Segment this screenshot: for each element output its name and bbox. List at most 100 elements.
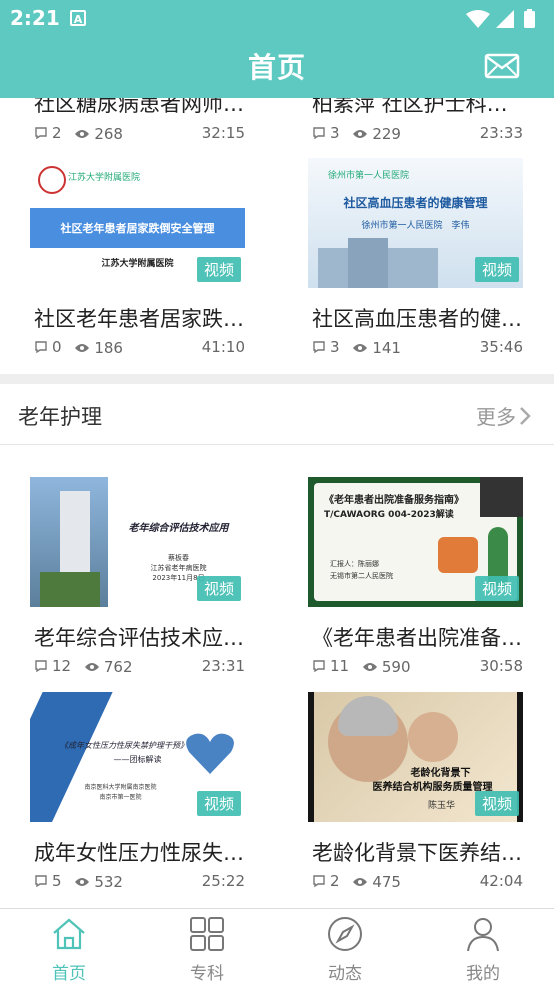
- duration: 32:15: [201, 124, 245, 142]
- card-meta: 2 475 42:04: [312, 872, 523, 892]
- card-title: 《老年患者出院准备…: [312, 626, 522, 650]
- view-count: 141: [372, 339, 401, 357]
- card-meta: 3 229 23:33: [312, 124, 523, 144]
- video-card[interactable]: 老龄化背景下 医养结合机构服务质量管理 陈玉华 视频 老龄化背景下医养结… 2 …: [308, 692, 523, 892]
- thumb-line2: 江苏省老年病医院: [150, 564, 207, 572]
- thumb-line1: ——团标解读: [113, 755, 162, 764]
- card-meta: 2 268 32:15: [34, 124, 245, 144]
- video-card[interactable]: 《成年女性压力性尿失禁护理干预》 ——团标解读 南京医科大学附属南京医院 南京市…: [30, 692, 245, 892]
- comment-count: 11: [330, 657, 350, 675]
- view-count: 268: [94, 125, 123, 143]
- thumb-line3: 南京市第一医院: [99, 794, 142, 801]
- video-thumbnail: 老龄化背景下 医养结合机构服务质量管理 陈玉华 视频: [308, 692, 523, 822]
- app-bar: 首页: [0, 38, 554, 98]
- thumb-line2: 陈玉华: [428, 801, 456, 811]
- view-count: 475: [372, 873, 401, 891]
- duration: 23:33: [479, 124, 523, 142]
- view-count: 532: [94, 873, 123, 891]
- video-badge: 视频: [196, 257, 241, 282]
- comment-count: 0: [52, 338, 62, 356]
- thumb-banner: 老年综合评估技术应用: [128, 523, 229, 534]
- comment-icon: [313, 875, 325, 888]
- status-icons: [464, 8, 544, 34]
- thumb-banner: 《成年女性压力性尿失禁护理干预》: [60, 741, 185, 750]
- comment-icon: [35, 660, 47, 673]
- duration: 41:10: [201, 338, 245, 356]
- view-count: 186: [94, 339, 123, 357]
- thumb-banner: 《老年患者出院准备服务指南》: [324, 495, 464, 506]
- card-meta: 11 590 30:58: [312, 657, 523, 677]
- comment-count: 5: [52, 872, 62, 890]
- comment-icon: [35, 875, 47, 888]
- tab-home[interactable]: 首页: [0, 909, 138, 986]
- thumb-line2: 汇报人：陈丽娜: [330, 560, 379, 568]
- thumb-banner: 社区高血压患者的健康管理: [343, 196, 488, 210]
- video-thumbnail: 《老年患者出院准备服务指南》 T/CAWAORG 004-2023解读 汇报人：…: [308, 477, 523, 607]
- eye-icon: [353, 130, 368, 138]
- comment-count: 2: [330, 872, 340, 890]
- card-title: 社区老年患者居家跌…: [34, 307, 244, 331]
- comment-count: 2: [52, 124, 62, 142]
- view-count: 229: [372, 125, 401, 143]
- video-card[interactable]: 江苏大学附属医院 社区老年患者居家跌倒安全管理 江苏大学附属医院 视频 社区老年…: [30, 158, 245, 358]
- card-meta: 3 141 35:46: [312, 338, 523, 358]
- video-badge: 视频: [474, 791, 519, 816]
- video-thumbnail: 江苏大学附属医院 社区老年患者居家跌倒安全管理 江苏大学附属医院 视频: [30, 158, 245, 288]
- video-card[interactable]: 《老年患者出院准备服务指南》 T/CAWAORG 004-2023解读 汇报人：…: [308, 477, 523, 677]
- tab-activity[interactable]: 动态: [276, 909, 414, 986]
- video-thumbnail: 《成年女性压力性尿失禁护理干预》 ——团标解读 南京医科大学附属南京医院 南京市…: [30, 692, 245, 822]
- video-card[interactable]: 老年综合评估技术应用 蔡板春 江苏省老年病医院 2023年11月8日 视频 老年…: [30, 477, 245, 677]
- view-count: 762: [103, 658, 133, 676]
- notification-a-icon: A: [70, 10, 86, 26]
- eye-icon: [362, 663, 377, 671]
- comment-icon: [35, 341, 47, 354]
- thumb-footer: 徐州市第一人民医院 李伟: [361, 221, 470, 231]
- more-label: 更多: [476, 405, 516, 429]
- eye-icon: [84, 663, 99, 671]
- chevron-right-icon: [520, 406, 531, 425]
- mail-icon: [484, 53, 520, 79]
- person-icon: [467, 918, 499, 952]
- duration: 23:31: [201, 657, 245, 675]
- eye-icon: [75, 344, 90, 352]
- video-badge: 视频: [196, 576, 241, 601]
- home-feed[interactable]: 社区糖尿病患者网师… 2 268 32:15 柏素萍 社区护士科… 3 229 …: [0, 98, 554, 908]
- tab-label: 我的: [466, 964, 500, 984]
- eye-icon: [75, 130, 90, 138]
- card-title: 老龄化背景下医养结…: [312, 841, 522, 865]
- card-title: 柏素萍 社区护士科…: [312, 98, 508, 116]
- duration: 25:22: [201, 872, 245, 890]
- thumb-banner: 社区老年患者居家跌倒安全管理: [60, 222, 215, 235]
- card-title: 老年综合评估技术应…: [34, 626, 244, 650]
- card-title: 成年女性压力性尿失…: [34, 841, 244, 865]
- video-thumbnail: 老年综合评估技术应用 蔡板春 江苏省老年病医院 2023年11月8日 视频: [30, 477, 245, 607]
- card-meta: 0 186 41:10: [34, 338, 245, 358]
- tab-label: 动态: [328, 964, 362, 984]
- thumb-banner: 老龄化背景下: [410, 768, 471, 779]
- comment-icon: [313, 341, 325, 354]
- duration: 35:46: [479, 338, 523, 356]
- tab-specialty[interactable]: 专科: [138, 909, 276, 986]
- duration: 42:04: [479, 872, 523, 890]
- page-title: 首页: [247, 51, 306, 84]
- eye-icon: [353, 344, 368, 352]
- card-meta: 5 532 25:22: [34, 872, 245, 892]
- tab-profile[interactable]: 我的: [414, 909, 552, 986]
- message-button[interactable]: [484, 48, 520, 84]
- view-count: 590: [381, 658, 411, 676]
- eye-icon: [353, 878, 368, 886]
- card-title: 社区高血压患者的健…: [312, 307, 522, 331]
- thumb-line2: 南京医科大学附属南京医院: [84, 784, 157, 791]
- video-badge: 视频: [196, 791, 241, 816]
- more-link[interactable]: 更多: [476, 401, 532, 430]
- heart-icon: [186, 733, 234, 774]
- thumb-line1: 蔡板春: [168, 554, 189, 562]
- eye-icon: [75, 878, 90, 886]
- card-meta: 12 762 23:31: [34, 657, 245, 677]
- comment-count: 3: [330, 338, 340, 356]
- status-bar: 2:21 A: [0, 0, 554, 38]
- home-icon: [53, 918, 85, 950]
- thumb-line1: T/CAWAORG 004-2023解读: [324, 510, 454, 520]
- video-card[interactable]: 徐州市第一人民医院 社区高血压患者的健康管理 徐州市第一人民医院 李伟 视频 社…: [308, 158, 523, 358]
- tab-label: 专科: [190, 964, 224, 984]
